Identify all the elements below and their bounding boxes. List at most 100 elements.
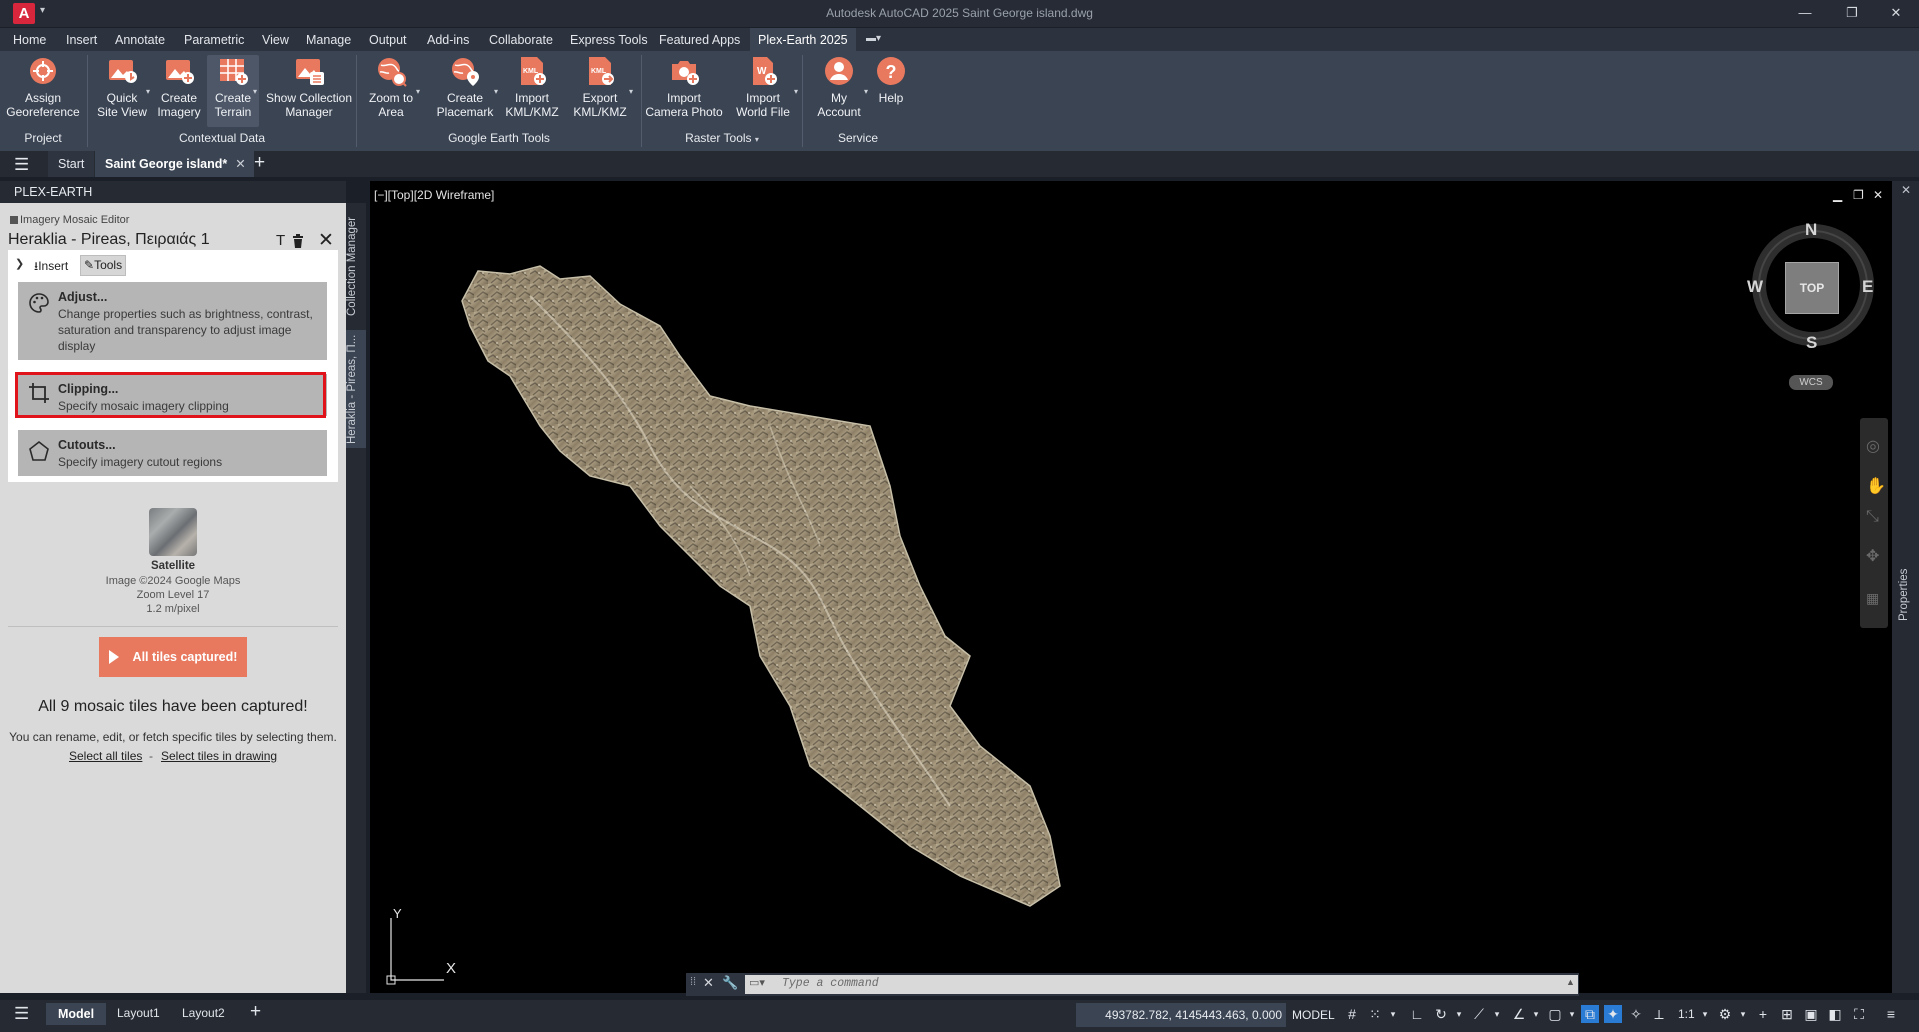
rename-icon[interactable]: T — [276, 232, 285, 249]
app-menu-caret-icon[interactable]: ▾ — [40, 5, 45, 16]
tab-insert[interactable]: Insert — [64, 28, 99, 51]
select-all-tiles-link[interactable]: Select all tiles — [69, 749, 142, 763]
viewport-controls-label[interactable]: [−][Top][2D Wireframe] — [374, 188, 494, 202]
polar-tracking-icon[interactable]: ↻ — [1432, 1005, 1450, 1023]
panel-title-raster-tools[interactable]: Raster Tools ▾ — [642, 131, 802, 145]
tab-annotate[interactable]: Annotate — [113, 28, 167, 51]
viewcube-top-face[interactable]: TOP — [1785, 262, 1839, 314]
import-kml-button[interactable]: KML Import KML/KMZ — [500, 55, 564, 119]
steering-wheel-icon[interactable]: ◎ — [1866, 436, 1880, 456]
annotation-scale-value[interactable]: 1:1 — [1678, 1007, 1695, 1021]
my-account-button[interactable]: My Account ▾ — [810, 55, 868, 119]
wcs-menu[interactable]: WCS — [1789, 375, 1833, 390]
grip-icon[interactable]: ⁞⁞ — [690, 976, 696, 988]
export-kml-button[interactable]: KML Export KML/KMZ ▾ — [567, 55, 633, 119]
satellite-thumbnail[interactable] — [149, 508, 197, 556]
dropdown-caret-icon[interactable]: ▾ — [253, 85, 257, 99]
workspace-gear-icon[interactable]: ⚙ — [1716, 1005, 1734, 1023]
layout-menu-icon[interactable]: ☰ — [14, 1004, 29, 1024]
viewport-close-icon[interactable]: ✕ — [1873, 188, 1883, 202]
tab-collaborate[interactable]: Collaborate — [487, 28, 555, 51]
tab-express-tools[interactable]: Express Tools — [568, 28, 650, 51]
workspace-dropdown-icon[interactable]: ▾ — [1734, 1005, 1752, 1023]
isodraft-dropdown-icon[interactable]: ▾ — [1488, 1005, 1506, 1023]
tab-add-ins[interactable]: Add-ins — [425, 28, 471, 51]
pan-icon[interactable]: ✋ — [1866, 476, 1886, 496]
zoom-to-area-button[interactable]: Zoom to Area ▾ — [362, 55, 420, 119]
select-tiles-in-drawing-link[interactable]: Select tiles in drawing — [161, 749, 277, 763]
lineweight-dropdown-icon[interactable]: ▾ — [1563, 1005, 1581, 1023]
clean-screen-icon[interactable]: ⛶ — [1850, 1005, 1868, 1023]
dropdown-caret-icon[interactable]: ▾ — [629, 85, 633, 99]
customize-wrench-icon[interactable]: 🔧 — [722, 975, 738, 991]
cutouts-tool-card[interactable]: Cutouts... Specify imagery cutout region… — [18, 430, 327, 476]
import-world-file-button[interactable]: W Import World File ▾ — [728, 55, 798, 119]
hamburger-menu-icon[interactable]: ☰ — [14, 155, 29, 175]
dropdown-caret-icon[interactable]: ▾ — [794, 85, 798, 99]
orbit-icon[interactable]: ✥ — [1866, 546, 1879, 566]
zoom-extents-icon[interactable]: ⤡ — [1866, 508, 1879, 526]
isolate-objects-icon[interactable]: ◧ — [1826, 1005, 1844, 1023]
tab-plex-earth[interactable]: Plex-Earth 2025 — [750, 28, 856, 51]
close-editor-icon[interactable]: ✕ — [318, 229, 334, 252]
command-expand-icon[interactable]: ▲ — [1566, 977, 1575, 987]
dropdown-caret-icon[interactable]: ▾ — [755, 135, 759, 144]
adjust-tool-card[interactable]: Adjust... Change properties such as brig… — [18, 282, 327, 360]
tab-layout2[interactable]: Layout2 — [182, 1006, 225, 1020]
coordinates-readout[interactable]: 493782.782, 4145443.463, 0.000 — [1076, 1003, 1286, 1027]
delete-icon[interactable] — [292, 234, 304, 248]
close-button[interactable]: ✕ — [1876, 2, 1916, 24]
capture-tiles-button[interactable]: All tiles captured! — [99, 637, 247, 677]
tab-home[interactable]: Home — [11, 28, 48, 51]
new-layout-button[interactable]: + — [250, 1001, 261, 1023]
import-camera-photo-button[interactable]: Import Camera Photo — [645, 55, 723, 119]
compass-west[interactable]: W — [1747, 277, 1763, 297]
object-snap-tracking-icon[interactable]: ∠ — [1510, 1005, 1528, 1023]
chevron-down-icon[interactable]: ❯ — [15, 257, 24, 270]
autocad-logo-icon[interactable]: A — [13, 3, 35, 24]
viewport-minimize-icon[interactable]: ▁ — [1833, 188, 1842, 202]
tab-model[interactable]: Model — [46, 1003, 107, 1025]
compass-east[interactable]: E — [1862, 277, 1873, 297]
customization-icon[interactable]: ≡ — [1882, 1005, 1900, 1023]
restore-button[interactable]: ❐ — [1832, 2, 1872, 24]
tab-start[interactable]: Start — [48, 151, 95, 177]
close-command-icon[interactable]: ✕ — [703, 975, 714, 991]
tab-output[interactable]: Output — [367, 28, 409, 51]
create-placemark-button[interactable]: Create Placemark ▾ — [432, 55, 498, 119]
isodraft-icon[interactable]: ⟋ — [1470, 1005, 1488, 1023]
quick-site-view-button[interactable]: Quick Site View ▾ — [94, 55, 150, 119]
polar-dropdown-icon[interactable]: ▾ — [1450, 1005, 1468, 1023]
help-button[interactable]: ? Help — [870, 55, 912, 105]
ortho-icon[interactable]: ∟ — [1408, 1005, 1426, 1023]
auto-scale-icon[interactable]: ✧ — [1627, 1005, 1645, 1023]
dropdown-caret-icon[interactable]: ▾ — [416, 85, 420, 99]
tab-parametric[interactable]: Parametric — [182, 28, 246, 51]
dropdown-caret-icon[interactable]: ▾ — [494, 85, 498, 99]
side-tab-project[interactable]: Heraklia - Pireas, Π... — [346, 330, 366, 448]
command-history-icon[interactable]: ▭▾ — [749, 976, 765, 989]
show-collection-manager-button[interactable]: Show Collection Manager — [262, 55, 356, 119]
side-tab-collection-manager[interactable]: Collection Manager — [346, 211, 366, 321]
island-satellite-image[interactable] — [370, 181, 1892, 993]
new-tab-button[interactable]: + — [254, 152, 265, 174]
grid-icon[interactable]: # — [1343, 1005, 1361, 1023]
annotation-visibility-icon[interactable]: ✦ — [1604, 1005, 1622, 1023]
strip-close-icon[interactable]: ✕ — [1901, 183, 1911, 197]
properties-tab[interactable]: Properties — [1898, 560, 1918, 630]
units-icon[interactable]: ⊞ — [1778, 1005, 1796, 1023]
workspace-toggle-icon[interactable]: ▬▾ — [866, 33, 892, 47]
viewport-restore-icon[interactable]: ❐ — [1853, 188, 1864, 202]
quick-properties-icon[interactable]: ▣ — [1802, 1005, 1820, 1023]
selection-cycling-icon[interactable]: ⧉ — [1581, 1005, 1599, 1023]
tab-insert-mode[interactable]: ⭳Insert — [34, 257, 68, 278]
osnap-dropdown-icon[interactable]: ▾ — [1527, 1005, 1545, 1023]
compass-south[interactable]: S — [1806, 333, 1817, 353]
model-space-toggle[interactable]: MODEL — [1292, 1008, 1335, 1022]
snap-icon[interactable]: ⁙ — [1366, 1005, 1384, 1023]
annotation-monitor-icon[interactable]: + — [1754, 1005, 1772, 1023]
snap-dropdown-icon[interactable]: ▾ — [1384, 1005, 1402, 1023]
create-terrain-button[interactable]: Create Terrain ▾ — [207, 55, 259, 127]
dropdown-caret-icon[interactable]: ▾ — [864, 85, 868, 99]
tab-drawing[interactable]: Saint George island* ✕ — [95, 151, 254, 177]
